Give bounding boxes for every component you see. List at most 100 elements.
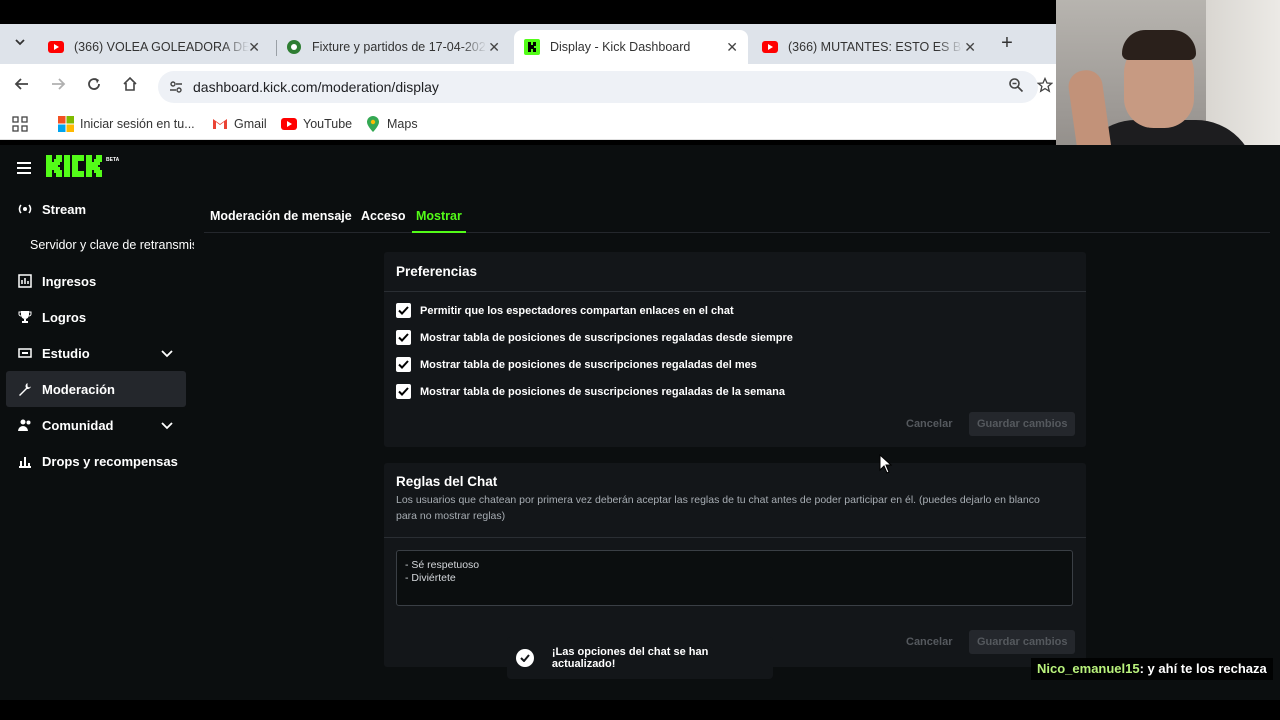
tab-mostrar[interactable]: Mostrar: [416, 209, 462, 223]
beta-badge: BETA: [106, 157, 120, 163]
bookmark-label: YouTube: [303, 117, 353, 131]
tab-moderacion-de-mensaje[interactable]: Moderación de mensaje: [210, 209, 352, 223]
bookmark-label: Maps: [387, 117, 418, 131]
close-tab-icon[interactable]: ✕: [964, 39, 976, 56]
tab-title: (366) VOLEA GOLEADORA DE R: [74, 40, 249, 54]
sidebar-item-label: Comunidad: [42, 417, 114, 433]
sidebar-item-moderacion[interactable]: Moderación: [6, 371, 186, 407]
browser-toolbar: dashboard.kick.com/moderation/display: [0, 64, 1056, 110]
community-icon: [18, 418, 32, 432]
tab-title: Display - Kick Dashboard: [550, 40, 691, 54]
bookmarks-bar: Iniciar sesión en tu... Gmail YouTube Ma…: [0, 110, 1056, 140]
mouse-cursor-icon: [879, 453, 893, 474]
divider: [384, 537, 1086, 538]
chat-rules-textarea[interactable]: - Sé respetuoso - Diviértete: [396, 550, 1073, 606]
reload-icon[interactable]: [83, 76, 105, 98]
cancel-button[interactable]: Cancelar: [906, 418, 952, 430]
bookmark-label: Iniciar sesión en tu...: [80, 117, 195, 131]
drops-icon: [18, 454, 32, 468]
studio-icon: [18, 346, 32, 360]
close-tab-icon[interactable]: ✕: [248, 39, 260, 56]
option-label: Mostrar tabla de posiciones de suscripci…: [420, 331, 793, 344]
chevron-down-icon[interactable]: [160, 418, 174, 432]
browser-tab-1[interactable]: Fixture y partidos de 17-04-202 ✕: [276, 30, 510, 64]
chevron-down-icon[interactable]: [160, 346, 174, 360]
divider: [384, 291, 1086, 292]
bookmark-youtube[interactable]: YouTube: [281, 116, 352, 132]
option-share-links[interactable]: Permitir que los espectadores compartan …: [396, 303, 734, 318]
sidebar-item-label: Estudio: [42, 345, 90, 361]
url-text: dashboard.kick.com/moderation/display: [193, 79, 439, 95]
option-leaderboard-month[interactable]: Mostrar tabla de posiciones de suscripci…: [396, 357, 757, 372]
sidebar-item-estudio[interactable]: Estudio: [6, 335, 186, 371]
youtube-icon: [762, 39, 778, 55]
chat-username: Nico_emanuel15: [1037, 661, 1140, 676]
tab-search-chevron-icon[interactable]: [8, 36, 32, 52]
browser-tab-0[interactable]: (366) VOLEA GOLEADORA DE R ✕: [38, 30, 270, 64]
kick-icon: [524, 39, 540, 55]
bookmark-label: Gmail: [234, 117, 267, 131]
kick-header: BETA: [0, 145, 1280, 191]
kick-logo[interactable]: [46, 155, 104, 183]
stream-chat-message: Nico_emanuel15: y ahí te los rechaza: [1031, 658, 1273, 680]
bookmark-star-icon[interactable]: [1036, 76, 1054, 98]
save-changes-button[interactable]: Guardar cambios: [969, 412, 1076, 436]
close-tab-icon[interactable]: ✕: [488, 39, 500, 56]
kick-dashboard: BETA Stream Servidor y clave de retransm…: [0, 145, 1280, 700]
browser-tab-2-active[interactable]: Display - Kick Dashboard ✕: [514, 30, 748, 64]
preferences-card: Preferencias Permitir que los espectador…: [384, 252, 1086, 447]
address-bar[interactable]: dashboard.kick.com/moderation/display: [158, 71, 1038, 103]
sidebar-item-label: Logros: [42, 309, 87, 325]
sidebar-item-label: Drops y recompensas: [42, 453, 178, 469]
tab-title: Fixture y partidos de 17-04-202: [312, 40, 486, 54]
option-label: Mostrar tabla de posiciones de suscripci…: [420, 358, 757, 371]
sidebar-item-server-key[interactable]: Servidor y clave de retransmisión: [6, 227, 194, 263]
sidebar-item-drops[interactable]: Drops y recompensas: [6, 443, 186, 479]
hamburger-menu-icon[interactable]: [17, 162, 31, 174]
site-info-icon[interactable]: [168, 79, 184, 95]
chat-rules-description: Los usuarios que chatean por primera vez…: [396, 494, 1040, 522]
bookmark-gmail[interactable]: Gmail: [212, 116, 267, 132]
checkbox-checked-icon[interactable]: [396, 384, 411, 399]
checkbox-checked-icon[interactable]: [396, 357, 411, 372]
maps-icon: [365, 116, 381, 132]
option-leaderboard-week[interactable]: Mostrar tabla de posiciones de suscripci…: [396, 384, 785, 399]
checkbox-checked-icon[interactable]: [396, 303, 411, 318]
option-leaderboard-alltime[interactable]: Mostrar tabla de posiciones de suscripci…: [396, 330, 793, 345]
back-arrow-icon[interactable]: [11, 76, 33, 98]
option-label: Permitir que los espectadores compartan …: [420, 304, 734, 317]
active-tab-indicator: [412, 231, 466, 233]
wrench-icon: [18, 382, 32, 396]
home-icon[interactable]: [119, 76, 141, 98]
soccer-ball-icon: [286, 39, 302, 55]
toast-message: ¡Las opciones del chat se han actualizad…: [551, 646, 709, 670]
zoom-icon[interactable]: [1008, 77, 1024, 98]
sidebar-item-ingresos[interactable]: Ingresos: [6, 263, 186, 299]
sidebar-item-label: Servidor y clave de retransmisión: [30, 238, 194, 252]
trophy-icon: [18, 310, 32, 324]
tab-acceso[interactable]: Acceso: [361, 209, 405, 223]
screen: (366) VOLEA GOLEADORA DE R ✕ Fixture y p…: [0, 0, 1280, 720]
chart-icon: [18, 274, 32, 288]
option-label: Mostrar tabla de posiciones de suscripci…: [420, 385, 785, 398]
cancel-button[interactable]: Cancelar: [906, 636, 952, 648]
tab-title: (366) MUTANTES: ESTO ES BOK: [788, 40, 963, 54]
sidebar-item-stream[interactable]: Stream: [6, 191, 186, 227]
close-tab-icon[interactable]: ✕: [726, 39, 738, 56]
bookmark-microsoft[interactable]: Iniciar sesión en tu...: [58, 116, 195, 132]
forward-arrow-icon[interactable]: [47, 76, 69, 98]
browser-tab-bar: (366) VOLEA GOLEADORA DE R ✕ Fixture y p…: [0, 24, 1056, 64]
bookmark-maps[interactable]: Maps: [365, 116, 418, 132]
moderation-subnav: Moderación de mensaje Acceso Mostrar: [204, 201, 1270, 233]
apps-grid-icon[interactable]: [12, 116, 28, 132]
check-circle-icon: [516, 649, 534, 667]
browser-tab-3[interactable]: (366) MUTANTES: ESTO ES BOK ✕: [752, 30, 986, 64]
new-tab-plus-icon[interactable]: +: [995, 32, 1019, 55]
youtube-icon: [281, 116, 297, 132]
sidebar-item-comunidad[interactable]: Comunidad: [6, 407, 186, 443]
sidebar-item-logros[interactable]: Logros: [6, 299, 186, 335]
sidebar-item-label: Stream: [42, 201, 87, 217]
stream-icon: [18, 202, 32, 216]
save-changes-button[interactable]: Guardar cambios: [969, 630, 1076, 654]
checkbox-checked-icon[interactable]: [396, 330, 411, 345]
